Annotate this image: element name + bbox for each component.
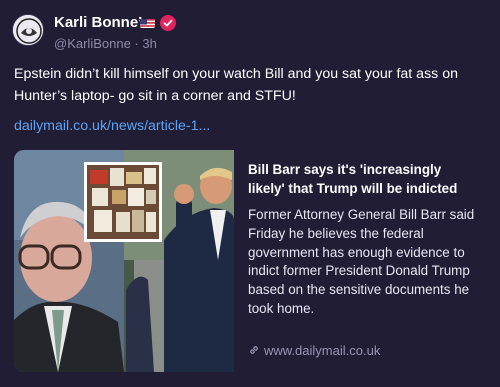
news-photo [14, 150, 234, 372]
link-icon [248, 344, 260, 356]
post-time[interactable]: 3h [142, 36, 156, 51]
avatar-image [13, 15, 43, 45]
card-title[interactable]: Bill Barr says it's 'increasingly likely… [248, 160, 480, 198]
separator: · [134, 36, 139, 51]
card-domain-text: www.dailymail.co.uk [264, 343, 381, 358]
card-description: Former Attorney General Bill Barr said F… [248, 207, 475, 316]
author-name[interactable]: Karli Bonne’ [54, 14, 142, 31]
card-body: Bill Barr says it's 'increasingly likely… [248, 160, 480, 319]
card-domain[interactable]: www.dailymail.co.uk [248, 343, 380, 358]
verified-icon [160, 15, 176, 31]
author-handle[interactable]: @KarliBonne [54, 36, 131, 51]
us-flag-icon [140, 17, 155, 28]
post-text: Epstein didn’t kill himself on your watc… [14, 66, 458, 104]
link-card[interactable]: Bill Barr says it's 'increasingly likely… [14, 150, 486, 372]
post: Karli Bonne’ @KarliBonne · 3h Epstein di… [0, 0, 500, 387]
post-link[interactable]: dailymail.co.uk/news/article-1... [14, 118, 210, 134]
avatar[interactable] [12, 14, 44, 46]
handle-line: @KarliBonne · 3h [54, 36, 157, 51]
